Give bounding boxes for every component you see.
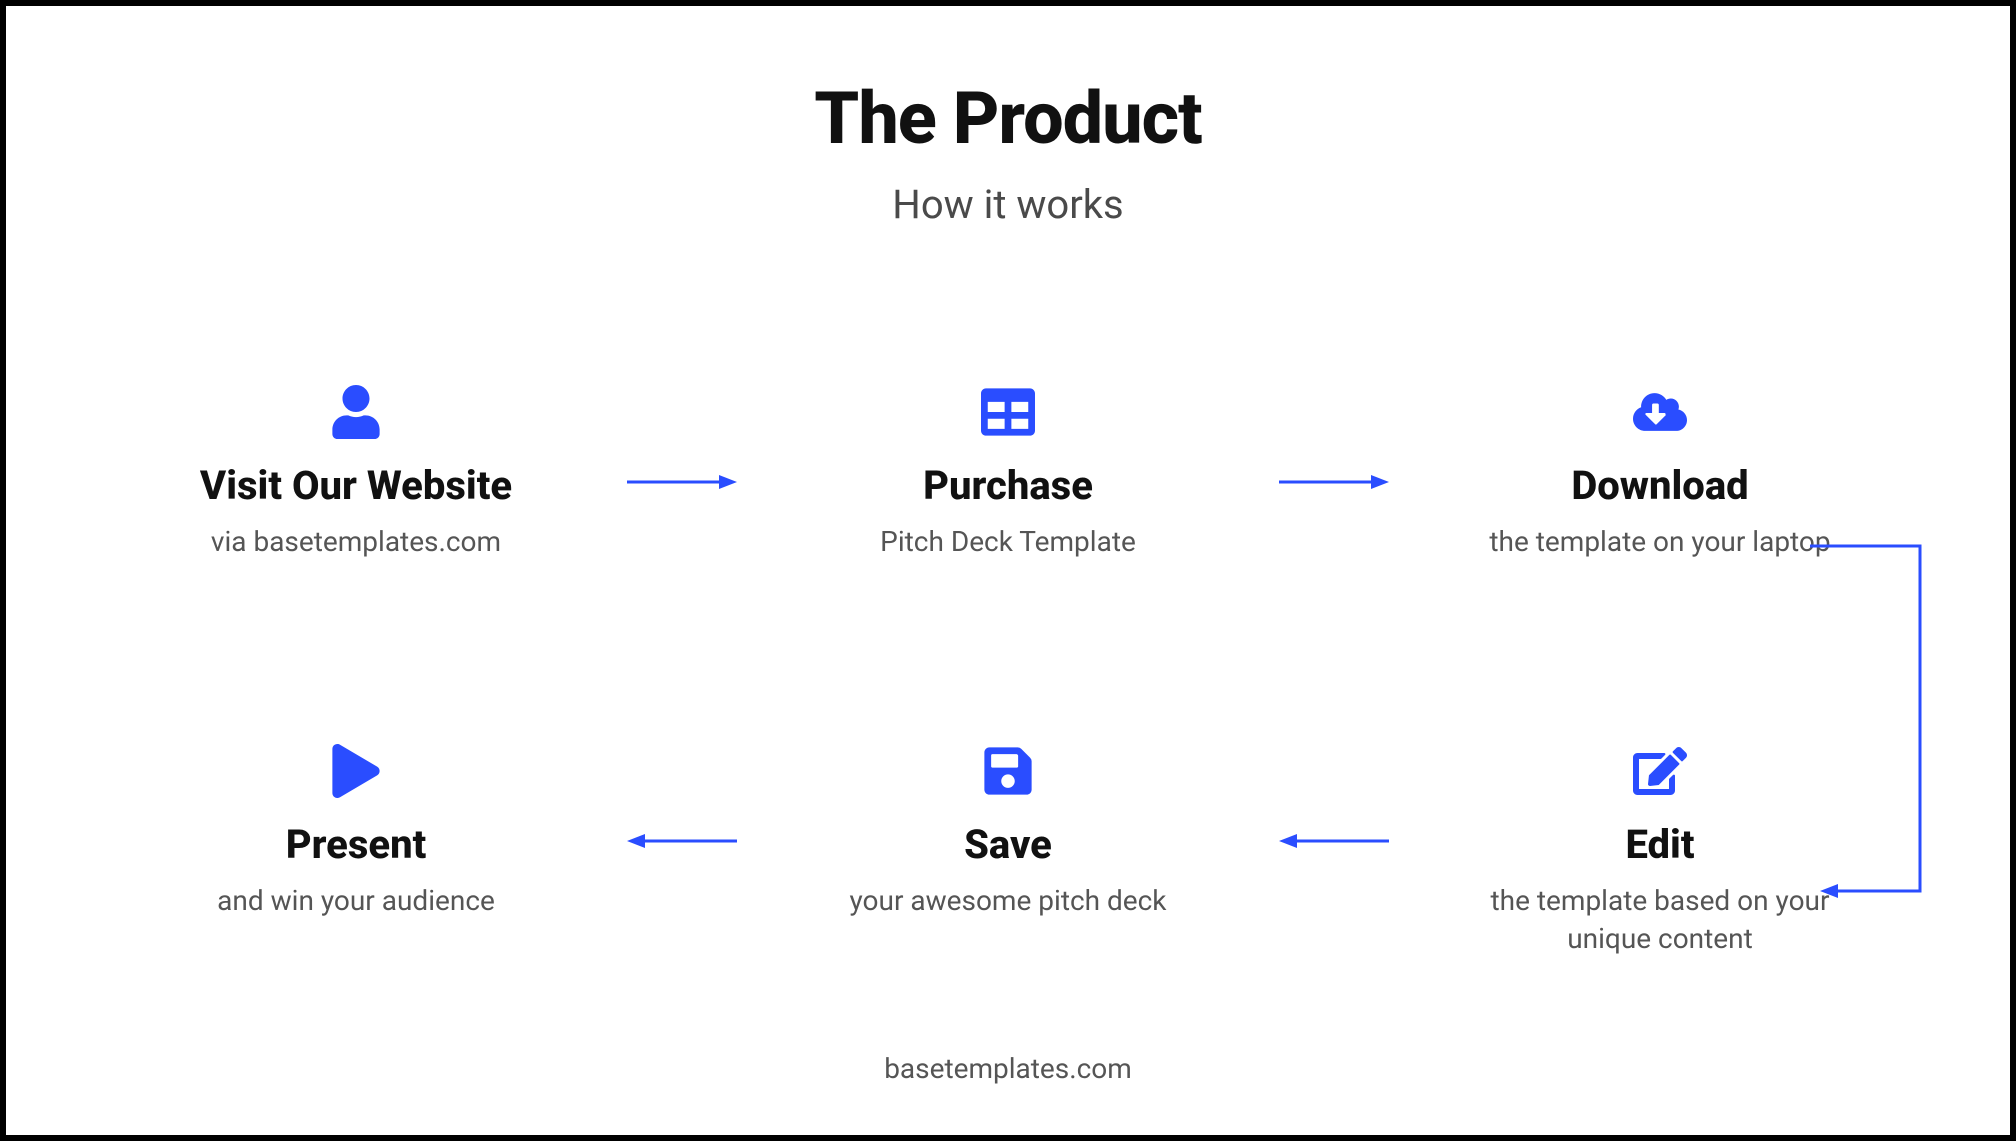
step-save: Save your awesome pitch deck [798,741,1218,920]
step-desc: the template based on your unique conten… [1480,882,1840,958]
step-present: Present and win your audience [146,741,566,920]
grid-icon [981,382,1035,442]
arrow-left-icon [1274,831,1394,851]
step-desc: and win your audience [217,882,495,920]
flow-row-2: Present and win your audience Save your … [146,741,1870,958]
step-title: Save [964,821,1052,868]
step-edit: Edit the template based on your unique c… [1450,741,1870,958]
step-desc: Pitch Deck Template [880,523,1136,561]
page-subtitle: How it works [86,181,1930,228]
slide: The Product How it works Visit Our Websi… [0,0,2016,1141]
arrow-right-icon [622,472,742,492]
edit-icon [1633,741,1687,801]
header: The Product How it works [86,76,1930,228]
step-purchase: Purchase Pitch Deck Template [798,382,1218,561]
arrow-left-icon [622,831,742,851]
page-title: The Product [86,76,1930,161]
footer-text: basetemplates.com [86,1052,1930,1095]
step-title: Edit [1625,821,1694,868]
step-download: Download the template on your laptop [1450,382,1870,561]
step-desc: the template on your laptop [1489,523,1830,561]
cloud-download-icon [1633,382,1687,442]
step-title: Present [286,821,427,868]
step-title: Download [1571,462,1748,509]
step-desc: via basetemplates.com [211,523,501,561]
process-flow: Visit Our Website via basetemplates.com … [86,288,1930,1052]
play-icon [329,741,383,801]
flow-row-1: Visit Our Website via basetemplates.com … [146,382,1870,561]
step-desc: your awesome pitch deck [850,882,1167,920]
step-visit: Visit Our Website via basetemplates.com [146,382,566,561]
step-title: Purchase [923,462,1093,509]
arrow-right-icon [1274,472,1394,492]
user-icon [329,382,383,442]
save-icon [981,741,1035,801]
step-title: Visit Our Website [200,462,512,509]
